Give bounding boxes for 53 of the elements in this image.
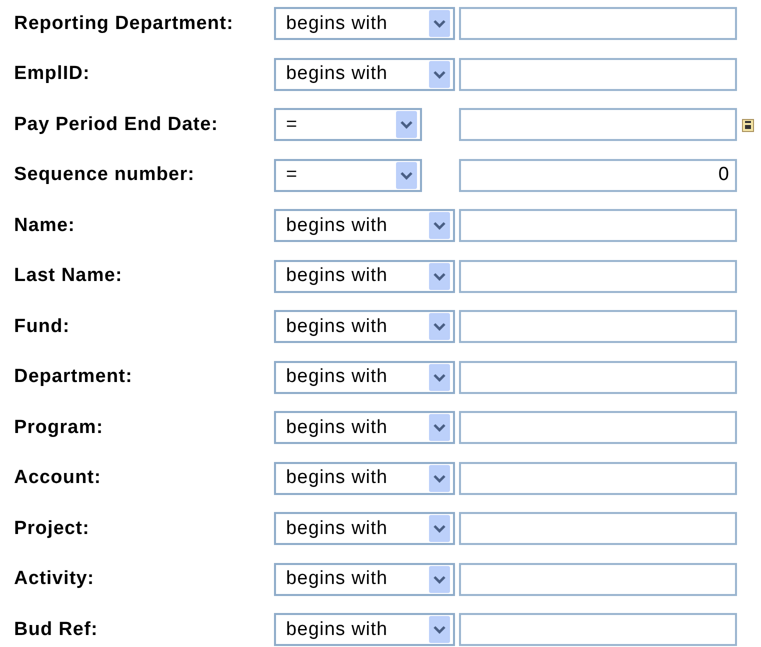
value-field[interactable]: 0	[459, 158, 737, 192]
operator-dropdown[interactable]: begins with	[274, 462, 455, 494]
caret-icon	[429, 10, 450, 37]
field-label: Sequence number:	[14, 164, 195, 186]
field-label: Activity:	[14, 568, 94, 590]
operator-dropdown[interactable]: begins with	[274, 58, 455, 90]
caret-icon	[429, 60, 450, 88]
value-field[interactable]	[459, 7, 737, 40]
field-label: EmplID:	[14, 63, 90, 85]
field-label: Program:	[14, 416, 104, 438]
caret-icon	[429, 616, 450, 643]
field-label: Name:	[14, 214, 76, 236]
field-label: Department:	[14, 366, 133, 388]
value-field[interactable]	[459, 613, 737, 646]
field-label: Bud Ref:	[14, 618, 98, 640]
value-field[interactable]	[459, 411, 737, 444]
value-field[interactable]	[459, 209, 737, 242]
caret-icon	[429, 515, 450, 542]
calendar-icon[interactable]	[742, 118, 754, 132]
operator-dropdown[interactable]: begins with	[274, 209, 455, 242]
caret-icon	[396, 111, 417, 138]
operator-dropdown[interactable]: begins with	[274, 613, 455, 646]
operator-dropdown[interactable]: begins with	[274, 260, 455, 292]
value-field[interactable]	[459, 562, 737, 596]
value-field[interactable]	[459, 310, 737, 343]
field-label: Reporting Department:	[14, 12, 234, 34]
field-label: Pay Period End Date:	[14, 114, 218, 136]
field-label: Account:	[14, 467, 102, 489]
value-field[interactable]	[459, 108, 737, 141]
caret-icon	[429, 313, 450, 340]
caret-icon	[429, 464, 450, 492]
field-label: Fund:	[14, 316, 70, 338]
caret-icon	[429, 566, 450, 592]
value-field[interactable]	[459, 58, 737, 90]
operator-dropdown[interactable]: begins with	[274, 310, 455, 343]
value-field[interactable]	[459, 462, 737, 494]
operator-dropdown[interactable]: begins with	[274, 7, 455, 40]
operator-dropdown[interactable]: begins with	[274, 512, 455, 545]
value-field[interactable]	[459, 260, 737, 292]
caret-icon	[429, 364, 450, 390]
field-label: Project:	[14, 518, 90, 540]
field-label: Last Name:	[14, 265, 122, 287]
operator-dropdown[interactable]: =	[274, 158, 422, 192]
caret-icon	[429, 262, 450, 290]
operator-dropdown[interactable]: begins with	[274, 411, 455, 444]
operator-dropdown[interactable]: begins with	[274, 562, 455, 596]
operator-dropdown[interactable]: begins with	[274, 360, 455, 394]
value-field[interactable]	[459, 512, 737, 545]
caret-icon	[429, 212, 450, 239]
value-field[interactable]	[459, 360, 737, 394]
caret-icon	[429, 414, 450, 441]
caret-icon	[396, 162, 417, 188]
operator-dropdown[interactable]: =	[274, 108, 422, 141]
